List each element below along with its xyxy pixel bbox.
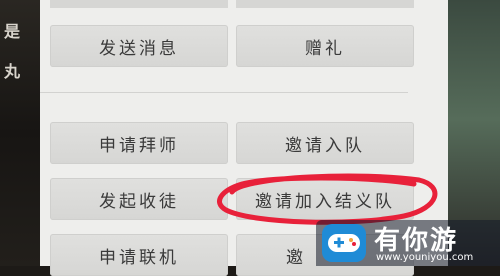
background-char: 丸 <box>4 62 21 81</box>
background-char: 是 <box>4 22 21 41</box>
gift-button[interactable]: 赠礼 <box>236 25 414 67</box>
send-message-button[interactable]: 发送消息 <box>50 25 228 67</box>
recruit-apprentice-button[interactable]: 发起收徒 <box>50 178 228 220</box>
apply-connect-button[interactable]: 申请联机 <box>50 234 228 276</box>
invite-sworn-team-button[interactable]: 邀请加入结义队 <box>236 178 414 220</box>
cut-off-button[interactable] <box>50 0 228 8</box>
cut-off-button[interactable] <box>236 0 414 8</box>
watermark: 有你游 www.youniyou.com <box>316 220 500 266</box>
apply-master-button[interactable]: 申请拜师 <box>50 122 228 164</box>
watermark-url: www.youniyou.com <box>376 252 474 263</box>
menu-divider <box>40 92 408 93</box>
invite-team-button[interactable]: 邀请入队 <box>236 122 414 164</box>
gamepad-icon <box>322 224 366 262</box>
game-background-left: 是 丸 <box>0 0 40 266</box>
